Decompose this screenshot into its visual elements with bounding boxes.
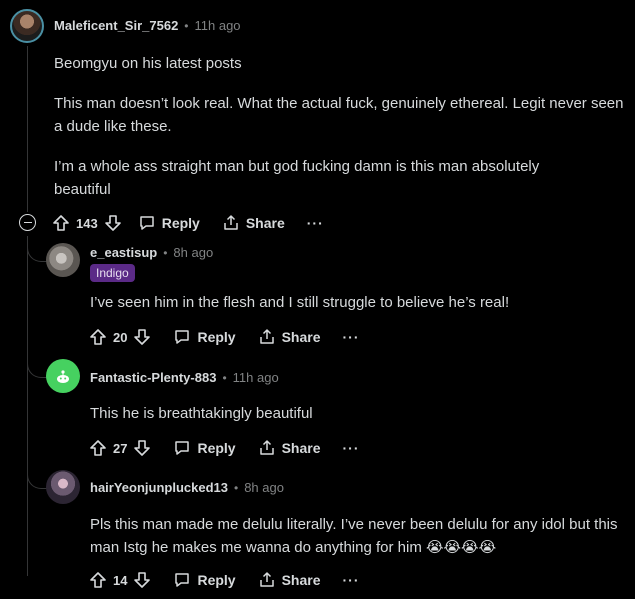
separator: •: [222, 370, 227, 385]
comment-body: Beomgyu on his latest posts: [54, 55, 242, 72]
avatar[interactable]: [10, 9, 44, 43]
timestamp[interactable]: 11h ago: [233, 370, 279, 385]
action-bar: 14 Reply Share ···: [89, 568, 360, 592]
timestamp[interactable]: 8h ago: [244, 480, 284, 495]
comment-body: I’m a whole ass straight man but god fuc…: [54, 158, 540, 198]
comment-icon: [175, 330, 190, 344]
action-bar: 143 Reply Share ···: [52, 211, 324, 235]
comment-body: I’ve seen him in the flesh and I still s…: [90, 294, 510, 311]
share-label: Share: [281, 572, 321, 588]
upvote-icon[interactable]: [52, 214, 70, 232]
reply-button[interactable]: Reply: [173, 439, 236, 457]
upvote-icon[interactable]: [89, 439, 107, 457]
avatar[interactable]: [46, 359, 80, 393]
separator: •: [163, 245, 168, 260]
share-label: Share: [281, 329, 321, 345]
comment-body: This man doesn’t look real. What the act…: [54, 95, 624, 135]
comment-body: This he is breathtakingly beautiful: [90, 405, 313, 422]
share-button[interactable]: Share: [258, 571, 321, 589]
username[interactable]: e_eastisup: [90, 245, 157, 260]
more-options-button[interactable]: ···: [343, 572, 360, 588]
more-options-button[interactable]: ···: [307, 215, 324, 231]
comment-icon: [175, 441, 190, 455]
share-button[interactable]: Share: [258, 439, 321, 457]
share-button[interactable]: Share: [222, 214, 285, 232]
username[interactable]: Maleficent_Sir_7562: [54, 18, 178, 33]
reply-button[interactable]: Reply: [138, 214, 200, 232]
downvote-icon[interactable]: [133, 571, 151, 589]
share-icon: [259, 329, 274, 344]
comment-header: hairYeonjunplucked13 • 8h ago: [90, 480, 284, 495]
action-bar: 20 Reply Share ···: [89, 325, 360, 349]
comment-header: Fantastic-Plenty-883 • 11h ago: [90, 370, 279, 385]
share-label: Share: [245, 215, 285, 231]
upvote-icon[interactable]: [89, 571, 107, 589]
downvote-icon[interactable]: [133, 328, 151, 346]
avatar[interactable]: [46, 243, 80, 277]
separator: •: [184, 18, 189, 33]
collapse-button[interactable]: [19, 214, 36, 231]
share-button[interactable]: Share: [258, 328, 321, 346]
comment-header: e_eastisup • 8h ago: [90, 245, 213, 260]
minus-icon: [23, 222, 32, 223]
timestamp[interactable]: 8h ago: [173, 245, 213, 260]
thread-line-main: [27, 46, 28, 212]
share-label: Share: [281, 440, 321, 456]
reply-label: Reply: [161, 215, 200, 231]
share-icon: [224, 215, 238, 230]
username[interactable]: Fantastic-Plenty-883: [90, 370, 216, 385]
avatar[interactable]: [46, 470, 80, 504]
timestamp[interactable]: 11h ago: [195, 18, 241, 33]
separator: •: [234, 480, 239, 495]
reply-label: Reply: [197, 440, 236, 456]
vote-count: 14: [113, 572, 128, 588]
downvote-icon[interactable]: [133, 439, 151, 457]
downvote-icon[interactable]: [104, 214, 122, 232]
comment-thread: Maleficent_Sir_7562 • 11h ago Beomgyu on…: [0, 0, 635, 599]
snoo-icon: [57, 370, 69, 383]
reply-label: Reply: [197, 329, 236, 345]
vote-count: 20: [113, 329, 128, 345]
vote-count: 143: [76, 215, 98, 231]
username[interactable]: hairYeonjunplucked13: [90, 480, 228, 495]
thread-line-main-lower: [27, 236, 28, 576]
comment-icon: [175, 573, 190, 587]
reply-button[interactable]: Reply: [173, 328, 236, 346]
comment-body: Pls this man made me delulu literally. I…: [90, 516, 618, 556]
share-icon: [259, 572, 274, 587]
vote-count: 27: [113, 440, 128, 456]
action-bar: 27 Reply Share ···: [89, 436, 360, 460]
user-flair: Indigo: [90, 264, 135, 282]
reply-label: Reply: [197, 572, 236, 588]
comment-icon: [139, 216, 154, 230]
more-options-button[interactable]: ···: [343, 329, 360, 345]
upvote-icon[interactable]: [89, 328, 107, 346]
more-options-button[interactable]: ···: [343, 440, 360, 456]
comment-header: Maleficent_Sir_7562 • 11h ago: [54, 18, 241, 33]
share-icon: [259, 440, 274, 455]
reply-button[interactable]: Reply: [173, 571, 236, 589]
